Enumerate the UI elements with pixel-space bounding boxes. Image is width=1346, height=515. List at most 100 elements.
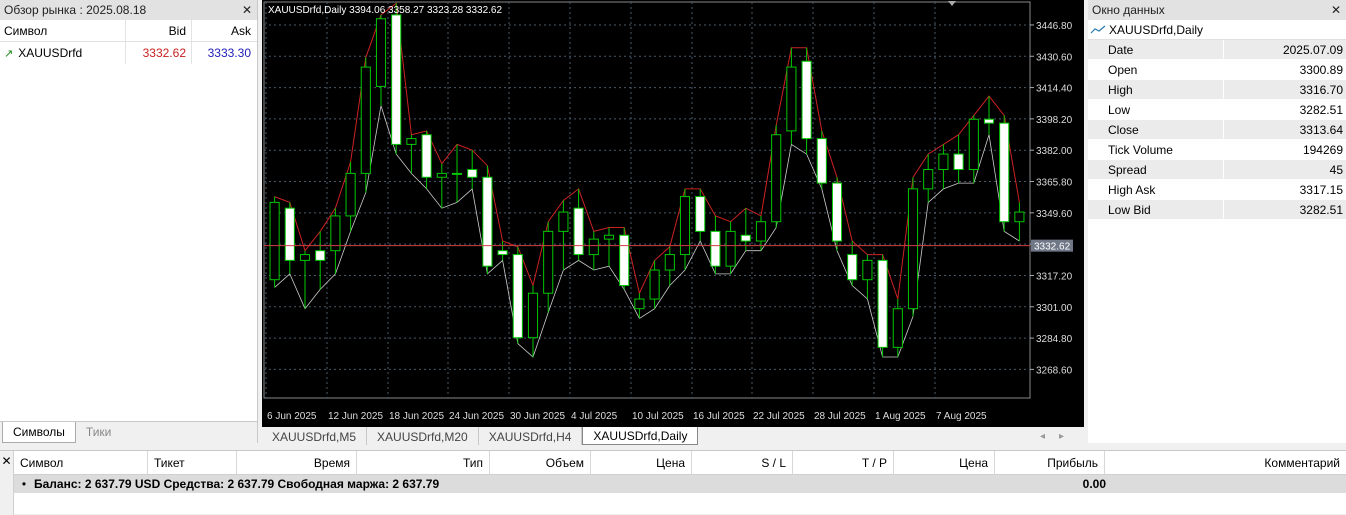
column-header-current-price[interactable]: Цена — [894, 451, 995, 474]
candle — [664, 246, 675, 286]
tab-ticks[interactable]: Тики — [76, 422, 121, 443]
candle — [573, 188, 584, 261]
bull-candle-body — [375, 18, 387, 87]
candle — [1014, 202, 1025, 242]
candle — [695, 188, 706, 242]
total-profit: 0.00 — [1082, 477, 1106, 491]
bull-candle-body — [938, 153, 949, 171]
price-tick-label: 3349.60 — [1036, 209, 1073, 220]
data-row: Spread 45 — [1088, 160, 1346, 180]
column-header-profit[interactable]: Прибыль — [995, 451, 1105, 474]
market-watch-panel: Обзор рынка : 2025.08.18 ✕ Символ Bid As… — [0, 0, 258, 443]
date-tick-label: 24 Jun 2025 — [449, 411, 504, 422]
bear-candle-body — [831, 182, 843, 242]
bull-candle-body — [1014, 211, 1025, 223]
scroll-left-icon[interactable]: ◂ — [1040, 431, 1045, 442]
bull-candle-body — [649, 269, 660, 300]
price-tick-label: 3398.20 — [1036, 115, 1073, 126]
column-header-symbol[interactable]: Символ — [14, 451, 148, 474]
price-tick-label: 3284.80 — [1036, 334, 1073, 345]
date-tick-label: 6 Jun 2025 — [267, 411, 317, 422]
price-tick-label: 3268.60 — [1036, 365, 1073, 376]
candle — [999, 115, 1010, 232]
data-window-rows: Date 2025.07.09 Open 3300.89 High 3316.70 L… — [1088, 40, 1346, 220]
column-header-type[interactable]: Тип — [357, 451, 490, 474]
scroll-right-icon[interactable]: ▸ — [1059, 431, 1064, 442]
candle — [467, 150, 478, 189]
lower-band-line — [274, 105, 1020, 358]
bear-candle-body — [619, 234, 630, 287]
column-header-time[interactable]: Время — [237, 451, 357, 474]
column-header-bid[interactable]: Bid — [126, 20, 192, 41]
close-icon[interactable]: ✕ — [1326, 3, 1346, 17]
column-header-comment[interactable]: Комментарий — [1105, 451, 1346, 474]
market-watch-title: Обзор рынка : 2025.08.18 — [4, 3, 147, 17]
price-tick-label: 3382.00 — [1036, 146, 1073, 157]
bullet-icon: • — [21, 477, 27, 491]
price-tick-label: 3301.00 — [1036, 303, 1073, 314]
bull-candle-body — [603, 234, 615, 240]
column-header-ticket[interactable]: Тикет — [148, 451, 237, 474]
data-row: Tick Volume 194269 — [1088, 140, 1346, 160]
tab-chart-daily[interactable]: XAUUSDrfd,Daily — [582, 427, 699, 445]
chart-tabs: XAUUSDrfd,M5 XAUUSDrfd,M20 XAUUSDrfd,H4 … — [262, 427, 1084, 445]
candle — [907, 177, 919, 317]
bull-candle-body — [360, 66, 371, 174]
candle — [619, 227, 630, 290]
data-row: Close 3313.64 — [1088, 120, 1346, 140]
date-tick-label: 18 Jun 2025 — [389, 411, 444, 422]
date-tick-label: 7 Aug 2025 — [936, 411, 987, 422]
data-window-titlebar: Окно данных ✕ — [1088, 0, 1346, 20]
candle — [436, 163, 447, 209]
bull-candle-body — [527, 292, 539, 339]
bull-candle-body — [725, 230, 736, 267]
tab-chart-m20[interactable]: XAUUSDrfd,M20 — [367, 427, 479, 445]
tab-chart-h4[interactable]: XAUUSDrfd,H4 — [479, 427, 583, 445]
balance-row[interactable]: • Баланс: 2 637.79 USD Средства: 2 637.7… — [14, 475, 1346, 493]
candle — [558, 200, 569, 271]
chart-window[interactable]: 3446.80 3430.60 3414.40 3398.20 3382.00 3365.… — [262, 0, 1084, 427]
candle — [847, 241, 858, 286]
candle — [512, 246, 523, 344]
candle — [315, 231, 326, 290]
close-icon[interactable]: ✕ — [0, 451, 14, 515]
bull-candle-body — [634, 298, 645, 310]
series-name: XAUUSDrfd,Daily — [1109, 22, 1204, 37]
price-chart[interactable]: 3446.80 3430.60 3414.40 3398.20 3382.00 3365.… — [262, 0, 1084, 427]
bull-candle-body — [755, 221, 767, 242]
upper-band-line — [274, 2, 1020, 300]
bull-candle-body — [892, 308, 903, 348]
column-header-sl[interactable]: S / L — [692, 451, 793, 474]
bull-candle-body — [436, 172, 447, 178]
bull-candle-body — [299, 254, 311, 261]
bull-candle-body — [345, 172, 356, 217]
column-header-volume[interactable]: Объем — [490, 451, 591, 474]
price-tick-label: 3446.80 — [1036, 21, 1073, 32]
column-header-symbol[interactable]: Символ — [0, 20, 126, 41]
bear-candle-body — [740, 234, 751, 242]
column-header-price[interactable]: Цена — [591, 451, 692, 474]
bull-candle-body — [786, 66, 797, 132]
bear-candle-body — [983, 118, 995, 124]
bull-candle-body — [907, 188, 919, 310]
column-header-tp[interactable]: T / P — [793, 451, 894, 474]
bull-candle-body — [543, 230, 554, 294]
price-up-icon: ↗ — [4, 47, 14, 60]
candle — [816, 130, 827, 189]
candle — [725, 221, 736, 274]
tab-symbols[interactable]: Символы — [2, 422, 76, 443]
price-tick-label: 3430.60 — [1036, 52, 1073, 63]
bear-candle-body — [284, 207, 295, 261]
market-watch-titlebar: Обзор рынка : 2025.08.18 ✕ — [0, 0, 257, 20]
symbol-row[interactable]: ↗ XAUUSDrfd 3332.62 3333.30 — [0, 42, 257, 64]
date-tick-label: 12 Jun 2025 — [328, 411, 383, 422]
date-tick-label: 16 Jul 2025 — [693, 411, 745, 422]
column-header-ask[interactable]: Ask — [192, 20, 256, 41]
bull-candle-body — [923, 169, 934, 190]
close-icon[interactable]: ✕ — [237, 3, 257, 17]
candle — [543, 221, 554, 313]
tab-chart-m5[interactable]: XAUUSDrfd,M5 — [262, 427, 368, 445]
bear-candle-body — [315, 250, 326, 261]
bull-candle-body — [862, 259, 873, 281]
candle — [710, 215, 721, 274]
